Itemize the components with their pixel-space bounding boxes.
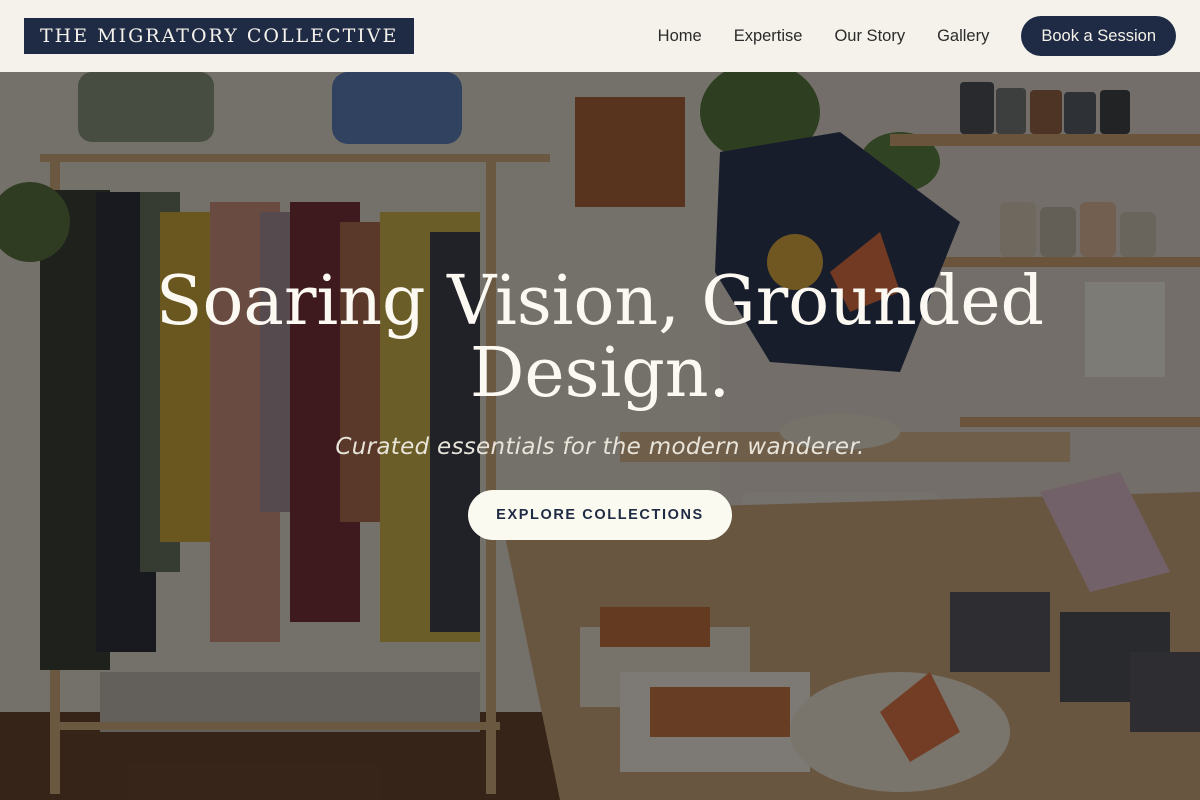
nav-link-expertise[interactable]: Expertise xyxy=(734,27,803,46)
hero-subtitle: Curated essentials for the modern wander… xyxy=(335,434,865,460)
explore-collections-button[interactable]: EXPLORE COLLECTIONS xyxy=(468,490,732,540)
site-header: THE MIGRATORY COLLECTIVE Home Expertise … xyxy=(0,0,1200,72)
hero-section: Soaring Vision, Grounded Design. Curated… xyxy=(0,72,1200,800)
brand-logo[interactable]: THE MIGRATORY COLLECTIVE xyxy=(24,18,415,54)
nav-link-home[interactable]: Home xyxy=(658,27,702,46)
hero-title: Soaring Vision, Grounded Design. xyxy=(155,262,1045,413)
book-session-button[interactable]: Book a Session xyxy=(1021,16,1176,56)
nav-link-our-story[interactable]: Our Story xyxy=(834,27,905,46)
nav-link-gallery[interactable]: Gallery xyxy=(937,27,989,46)
hero-content: Soaring Vision, Grounded Design. Curated… xyxy=(0,72,1200,800)
main-nav: Home Expertise Our Story Gallery Book a … xyxy=(658,16,1176,56)
